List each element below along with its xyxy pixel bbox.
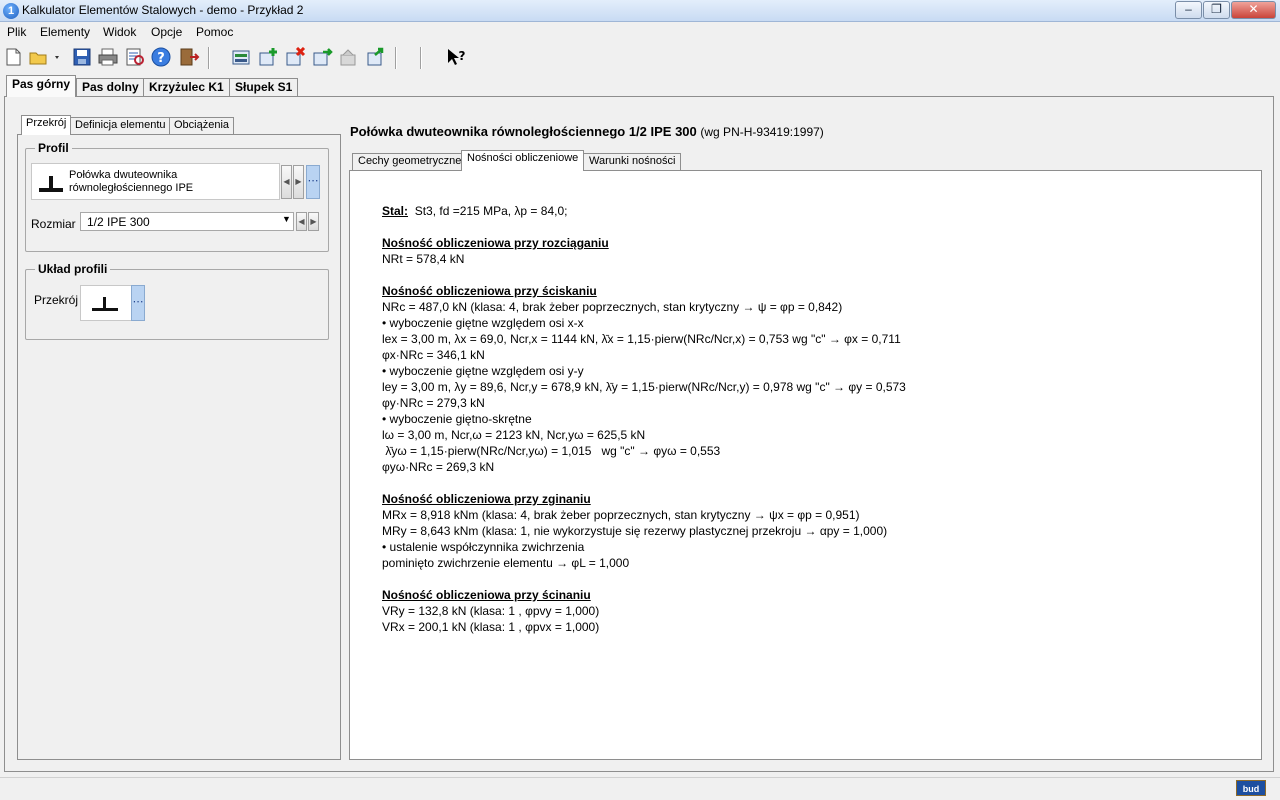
profile-heading: Połówka dwuteownika równoległościennego … [350,124,697,139]
tension-title: Nośność obliczeniowa przy rozciąganiu [382,236,609,250]
compression-line: lex = 3,00 m, λx = 69,0, Ncr,x = 1144 kN… [382,332,901,346]
add-element-icon[interactable] [258,47,280,69]
compression-line: • wyboczenie giętno-skrętne [382,412,532,426]
toolbar-separator [208,47,210,69]
profile-name: Połówka dwuteownika równoległościennego … [69,169,193,195]
standard-note: (wg PN-H-93419:1997) [700,125,824,139]
compression-line: φx·NRc = 346,1 kN [382,348,485,362]
menu-opcje[interactable]: Opcje [151,25,182,39]
bending-line: MRy = 8,643 kNm (klasa: 1, nie wykorzyst… [382,524,888,538]
window-title: Kalkulator Elementów Stalowych - demo - … [22,3,304,17]
profile-browse-button[interactable]: ⋯ [306,165,320,199]
bending-line: MRx = 8,918 kNm (klasa: 4, brak żeber po… [382,508,860,522]
menu-bar [0,22,1280,42]
compression-line: lω = 3,00 m, Ncr,ω = 2123 kN, Ncr,yω = 6… [382,428,646,442]
shear-title: Nośność obliczeniowa przy ścinaniu [382,588,591,602]
export-element-icon[interactable] [366,47,388,69]
toolbar-separator [420,47,422,69]
copy-element-icon[interactable] [312,47,334,69]
intersoft-logo: bud [1236,780,1266,796]
tension-line: NRt = 578,4 kN [382,252,465,266]
exit-icon[interactable] [178,47,200,69]
svg-text:?: ? [157,51,165,66]
chevron-down-icon[interactable]: ▼ [282,214,291,224]
print-icon[interactable] [97,47,119,69]
size-label: Rozmiar [31,217,76,231]
tab-definicja-elementu[interactable]: Definicja elementu [70,117,171,134]
delete-element-icon[interactable] [285,46,307,69]
tab-krzyzulec-k1[interactable]: Krzyżulec K1 [143,78,230,96]
compression-line: φyω·NRc = 269,3 kN [382,460,495,474]
print-preview-icon[interactable] [124,47,146,69]
status-bar [0,777,1280,800]
menu-widok[interactable]: Widok [103,25,136,39]
compression-line: • wyboczenie giętne względem osi x-x [382,316,584,330]
new-file-icon[interactable] [3,47,25,69]
page-title: Połówka dwuteownika równoległościennego … [350,124,824,139]
svg-text:?: ? [459,49,466,63]
tab-warunki-nosnosci[interactable]: Warunki nośności [583,153,682,170]
profile-name-line1: Połówka dwuteownika [69,169,178,181]
save-icon[interactable] [72,47,94,69]
menu-elementy[interactable]: Elementy [40,25,90,39]
app-icon: 1 [3,3,19,19]
compression-line: • wyboczenie giętne względem osi y-y [382,364,584,378]
shear-line: VRx = 200,1 kN (klasa: 1 , φpvx = 1,000) [382,620,600,634]
size-prev-button[interactable]: ◀ [296,212,307,231]
profile-prev-button[interactable]: ◀ [281,165,292,199]
menu-plik[interactable]: Plik [7,25,26,39]
help-icon[interactable]: ? [151,47,173,69]
compression-line: ley = 3,00 m, λy = 89,6, Ncr,y = 678,9 k… [382,380,906,394]
bending-title: Nośność obliczeniowa przy zginaniu [382,492,591,506]
shear-line: VRy = 132,8 kN (klasa: 1 , φpvy = 1,000) [382,604,600,618]
close-button[interactable]: ✕ [1231,1,1276,19]
open-folder-icon[interactable] [28,47,59,69]
section-label: Przekrój [34,293,79,307]
profile-next-button[interactable]: ▶ [293,165,304,199]
layout-browse-button[interactable]: ⋯ [131,285,145,321]
compression-title: Nośność obliczeniowa przy ściskaniu [382,284,597,298]
tee-section-icon [38,174,64,197]
tab-slupek-s1[interactable]: Słupek S1 [229,78,299,96]
context-help-icon[interactable]: ? [446,47,468,69]
steel-label: Stal: [382,204,409,218]
size-value: 1/2 IPE 300 [87,215,150,229]
size-select[interactable]: 1/2 IPE 300 [80,212,294,231]
maximize-button[interactable]: ❐ [1203,1,1230,19]
steel-text: St3, fd =215 MPa, λp = 84,0; [414,204,568,218]
tab-pas-gorny[interactable]: Pas górny [6,75,77,97]
profile-group-title: Profil [35,141,72,155]
size-next-button[interactable]: ▶ [308,212,319,231]
profile-name-line2: równoległościennego IPE [69,182,194,194]
bending-line: • ustalenie współczynnika zwichrzenia [382,540,585,554]
menu-pomoc[interactable]: Pomoc [196,25,233,39]
bending-line: pominięto zwichrzenie elementu → φL = 1,… [382,556,630,570]
disabled-element-icon [339,47,361,69]
element-list-icon[interactable] [231,47,253,69]
layout-group-title: Układ profili [35,262,111,276]
tab-obciazenia[interactable]: Obciążenia [169,117,235,134]
compression-line: φy·NRc = 279,3 kN [382,396,485,410]
tee-layout-icon [91,293,119,318]
tab-cechy-geometryczne[interactable]: Cechy geometryczne [352,153,468,170]
minimize-button[interactable]: – [1175,1,1202,19]
compression-line: NRc = 487,0 kN (klasa: 4, brak żeber pop… [382,300,843,314]
tab-nosnosci-obliczeniowe[interactable]: Nośności obliczeniowe [461,150,585,171]
compression-line: λ̄yω = 1,15·pierw(NRc/Ncr,yω) = 1,015 wg… [382,444,721,458]
toolbar-separator [395,47,397,69]
steel-line: Stal: St3, fd =215 MPa, λp = 84,0; [382,203,906,219]
tab-przekroj[interactable]: Przekrój [21,115,72,135]
results-content: Stal: St3, fd =215 MPa, λp = 84,0; Nośno… [382,203,906,635]
tab-pas-dolny[interactable]: Pas dolny [76,78,145,96]
